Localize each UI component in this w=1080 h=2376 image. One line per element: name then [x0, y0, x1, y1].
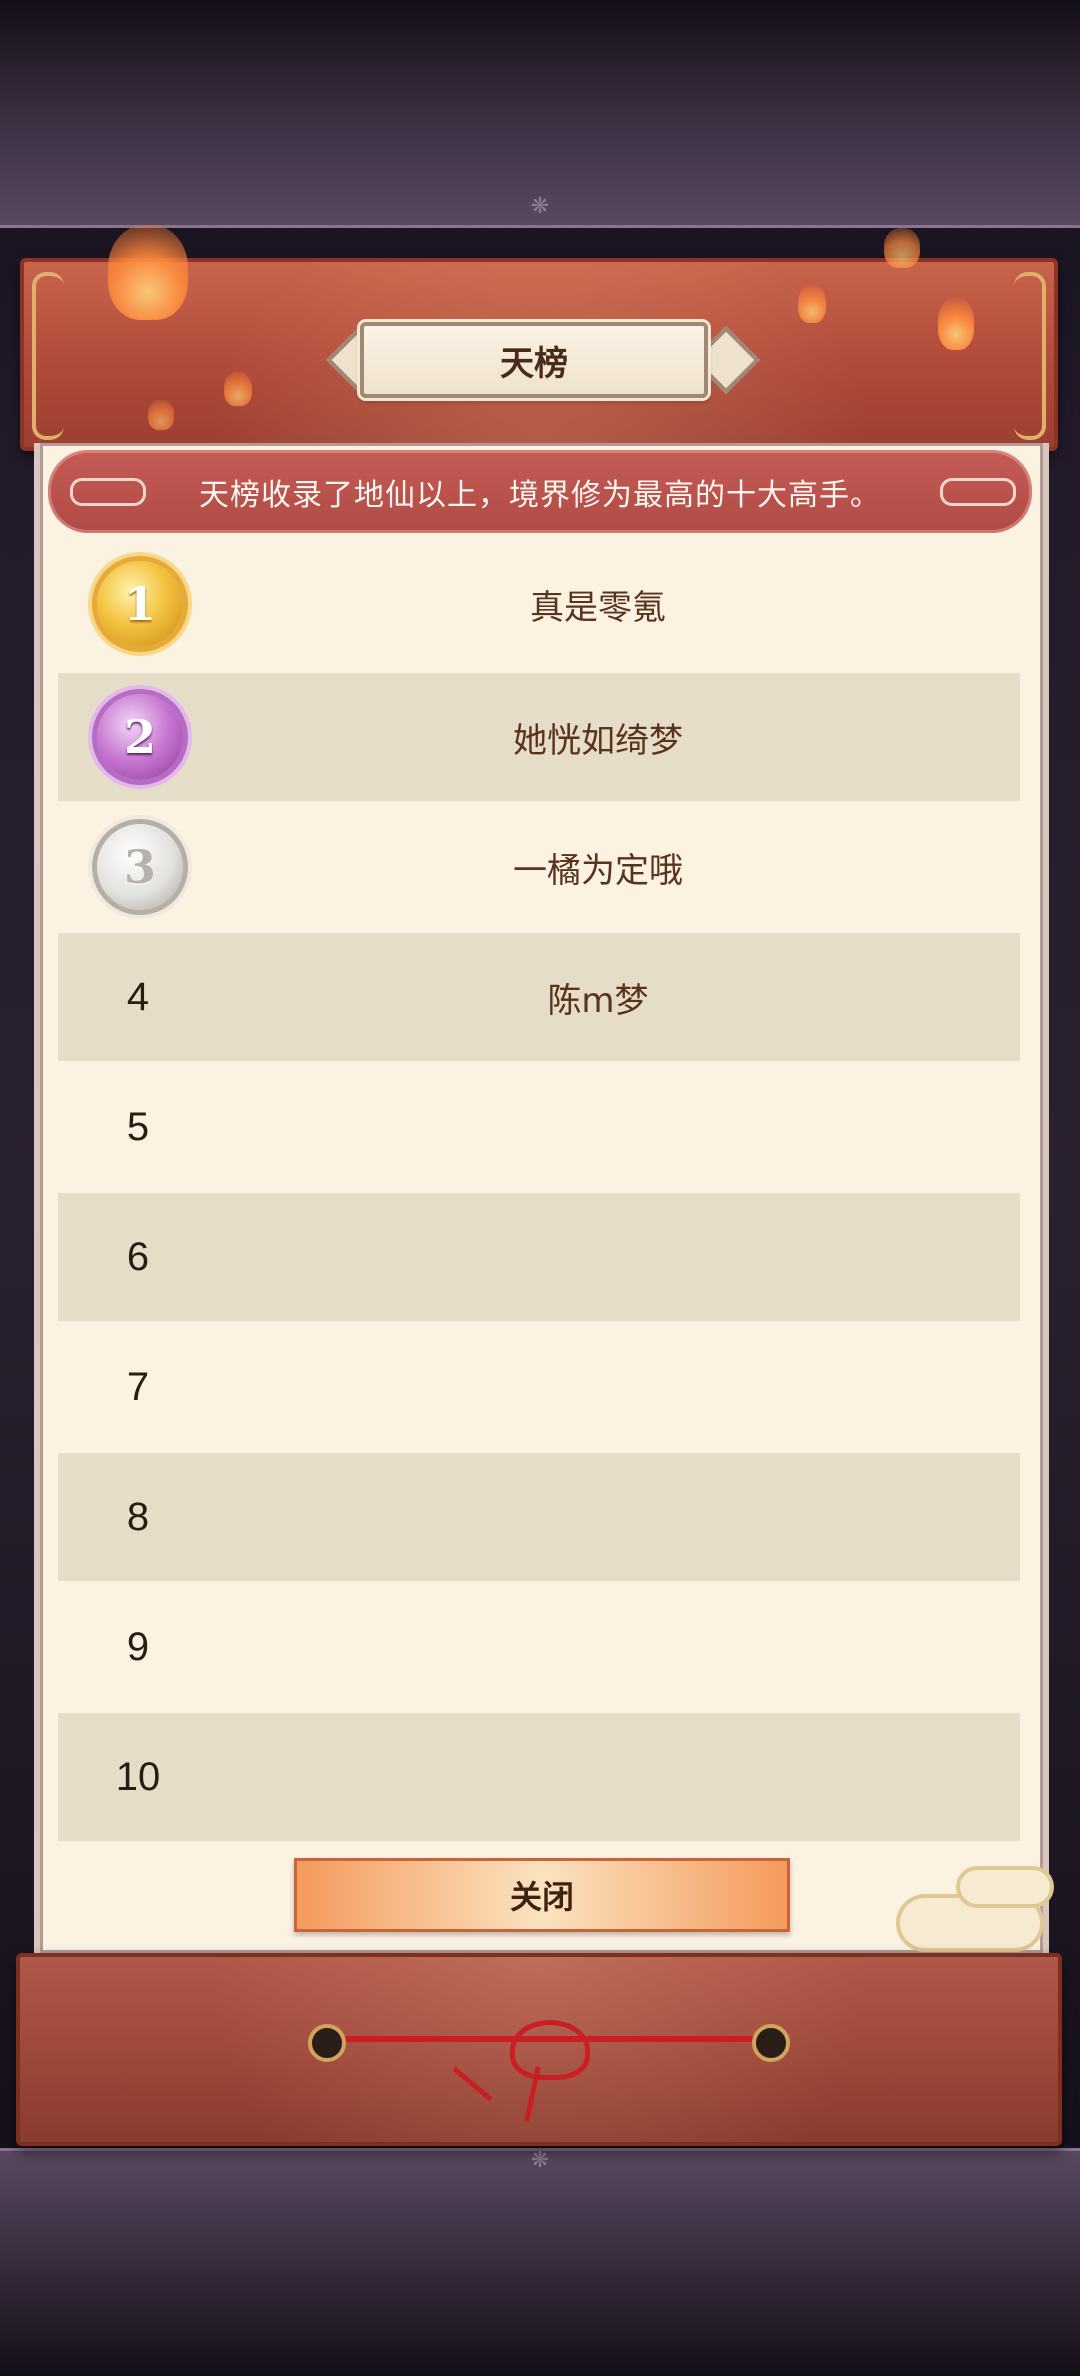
ranking-row-9: 9	[58, 1583, 1020, 1711]
player-name	[318, 1323, 878, 1451]
swirl-ornament-icon	[940, 478, 1016, 506]
rank-number: 10	[115, 1754, 161, 1799]
player-name	[318, 1583, 878, 1711]
close-button[interactable]: 关闭	[294, 1858, 790, 1932]
lantern-icon	[938, 298, 974, 350]
lantern-icon	[108, 225, 188, 320]
rank-number: 9	[126, 1624, 150, 1669]
ranking-row-5: 5	[58, 1063, 1020, 1191]
top-ornament: ❋	[530, 194, 550, 219]
ranking-row-3[interactable]: 3 一橘为定哦	[58, 803, 1020, 931]
rope-peg-icon	[308, 2024, 346, 2062]
ranking-row-2[interactable]: 2 她恍如绮梦	[58, 673, 1020, 801]
player-name: 真是零氪	[530, 587, 666, 628]
lantern-icon	[148, 400, 174, 430]
player-name: 陈m梦	[547, 980, 649, 1021]
gold-medal-icon: 1	[86, 550, 194, 658]
ranking-row-4[interactable]: 4 陈m梦	[58, 933, 1020, 1061]
rank-number: 6	[126, 1234, 150, 1279]
description-banner: 天榜收录了地仙以上，境界修为最高的十大高手。	[48, 450, 1032, 533]
bottom-background-band	[0, 2148, 1080, 2376]
rank-number: 8	[126, 1494, 150, 1539]
medal-rank-number: 3	[97, 824, 183, 910]
player-name: 一橘为定哦	[513, 850, 683, 891]
ranking-row-8: 8	[58, 1453, 1020, 1581]
cloud-ornament-icon	[960, 1870, 1050, 1904]
rope-peg-icon	[752, 2024, 790, 2062]
silver-medal-icon: 3	[86, 813, 194, 921]
ranking-row-10: 10	[58, 1713, 1020, 1841]
cloud-ornament-icon	[900, 1898, 1040, 1948]
rank-number: 4	[126, 974, 150, 1019]
player-name: 她恍如绮梦	[513, 720, 683, 761]
ranking-row-7: 7	[58, 1323, 1020, 1451]
rank-number: 5	[126, 1104, 150, 1149]
player-name	[318, 1453, 878, 1581]
lantern-icon	[798, 285, 826, 323]
rank-number: 7	[126, 1364, 150, 1409]
swirl-ornament-icon	[70, 478, 146, 506]
rope-knot-icon	[510, 2020, 590, 2080]
ranking-row-1[interactable]: 1 真是零氪	[58, 540, 1020, 668]
dialog-title: 天榜	[360, 322, 708, 398]
lantern-icon	[224, 372, 252, 406]
medal-rank-number: 1	[97, 561, 183, 647]
player-name	[318, 1063, 878, 1191]
player-name	[318, 1713, 878, 1841]
purple-medal-icon: 2	[86, 683, 194, 791]
lantern-icon	[884, 228, 920, 268]
medal-rank-number: 2	[97, 694, 183, 780]
ranking-row-6: 6	[58, 1193, 1020, 1321]
bottom-ornament: ❋	[530, 2148, 550, 2173]
player-name	[318, 1193, 878, 1321]
description-text: 天榜收录了地仙以上，境界修为最高的十大高手。	[199, 477, 881, 513]
